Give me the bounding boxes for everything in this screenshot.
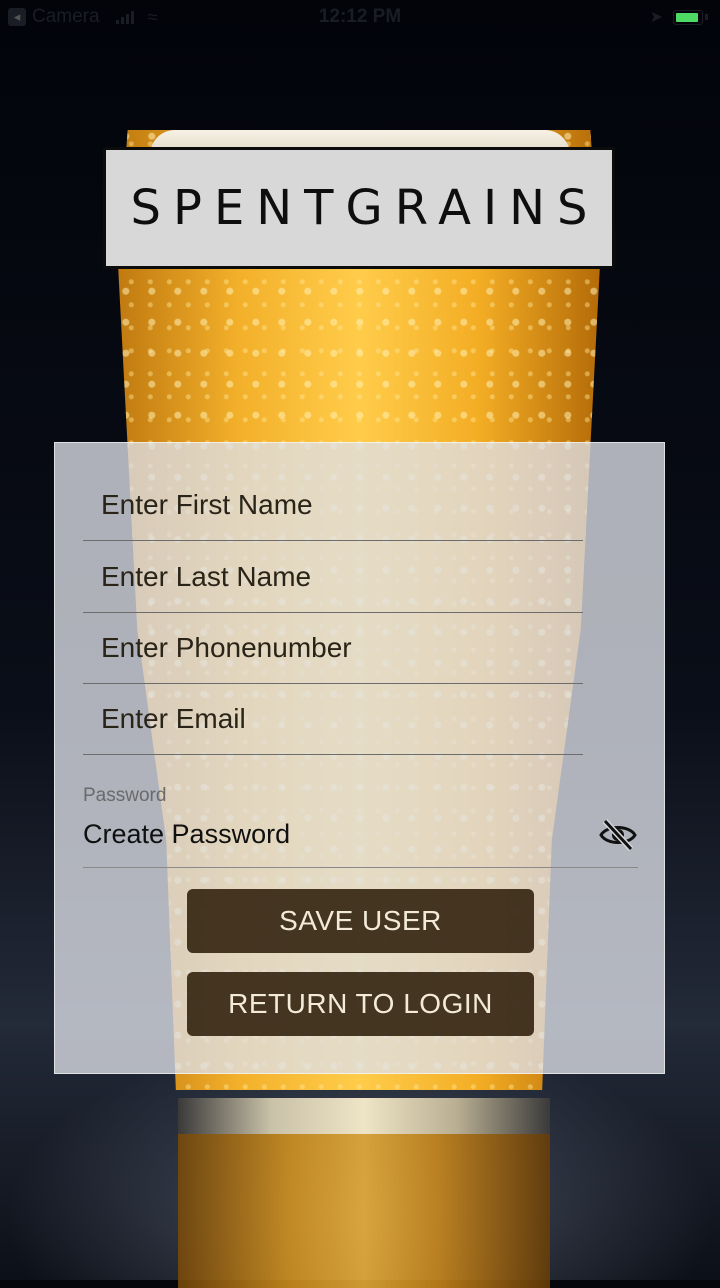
- phone-input[interactable]: [83, 631, 583, 665]
- password-label: Password: [83, 785, 167, 806]
- reflection-rim: [178, 1098, 550, 1134]
- last-name-input[interactable]: [83, 560, 583, 594]
- location-icon: ➤: [649, 9, 663, 26]
- logo-text: SPENTGRAINS: [130, 180, 600, 236]
- email-input[interactable]: [83, 702, 583, 736]
- app-logo: SPENTGRAINS: [103, 147, 615, 269]
- first-name-field: [83, 470, 583, 541]
- status-bar: ◂ Camera ≈ 12:12 PM ➤: [0, 0, 720, 36]
- email-field: [83, 684, 583, 755]
- status-time: 12:12 PM: [318, 6, 402, 27]
- first-name-input[interactable]: [83, 488, 583, 522]
- last-name-field: [83, 542, 583, 613]
- save-user-button[interactable]: SAVE USER: [187, 889, 534, 953]
- registration-form: Password SAVE USER RETURN TO LOGIN: [54, 442, 665, 1074]
- phone-field: [83, 613, 583, 684]
- eye-off-icon[interactable]: [598, 815, 638, 855]
- battery-icon: [673, 9, 703, 25]
- battery-tip: [705, 14, 708, 20]
- password-input[interactable]: [83, 819, 563, 850]
- return-to-login-button[interactable]: RETURN TO LOGIN: [187, 972, 534, 1036]
- status-right: ➤: [650, 7, 708, 27]
- password-field: Password: [83, 783, 638, 868]
